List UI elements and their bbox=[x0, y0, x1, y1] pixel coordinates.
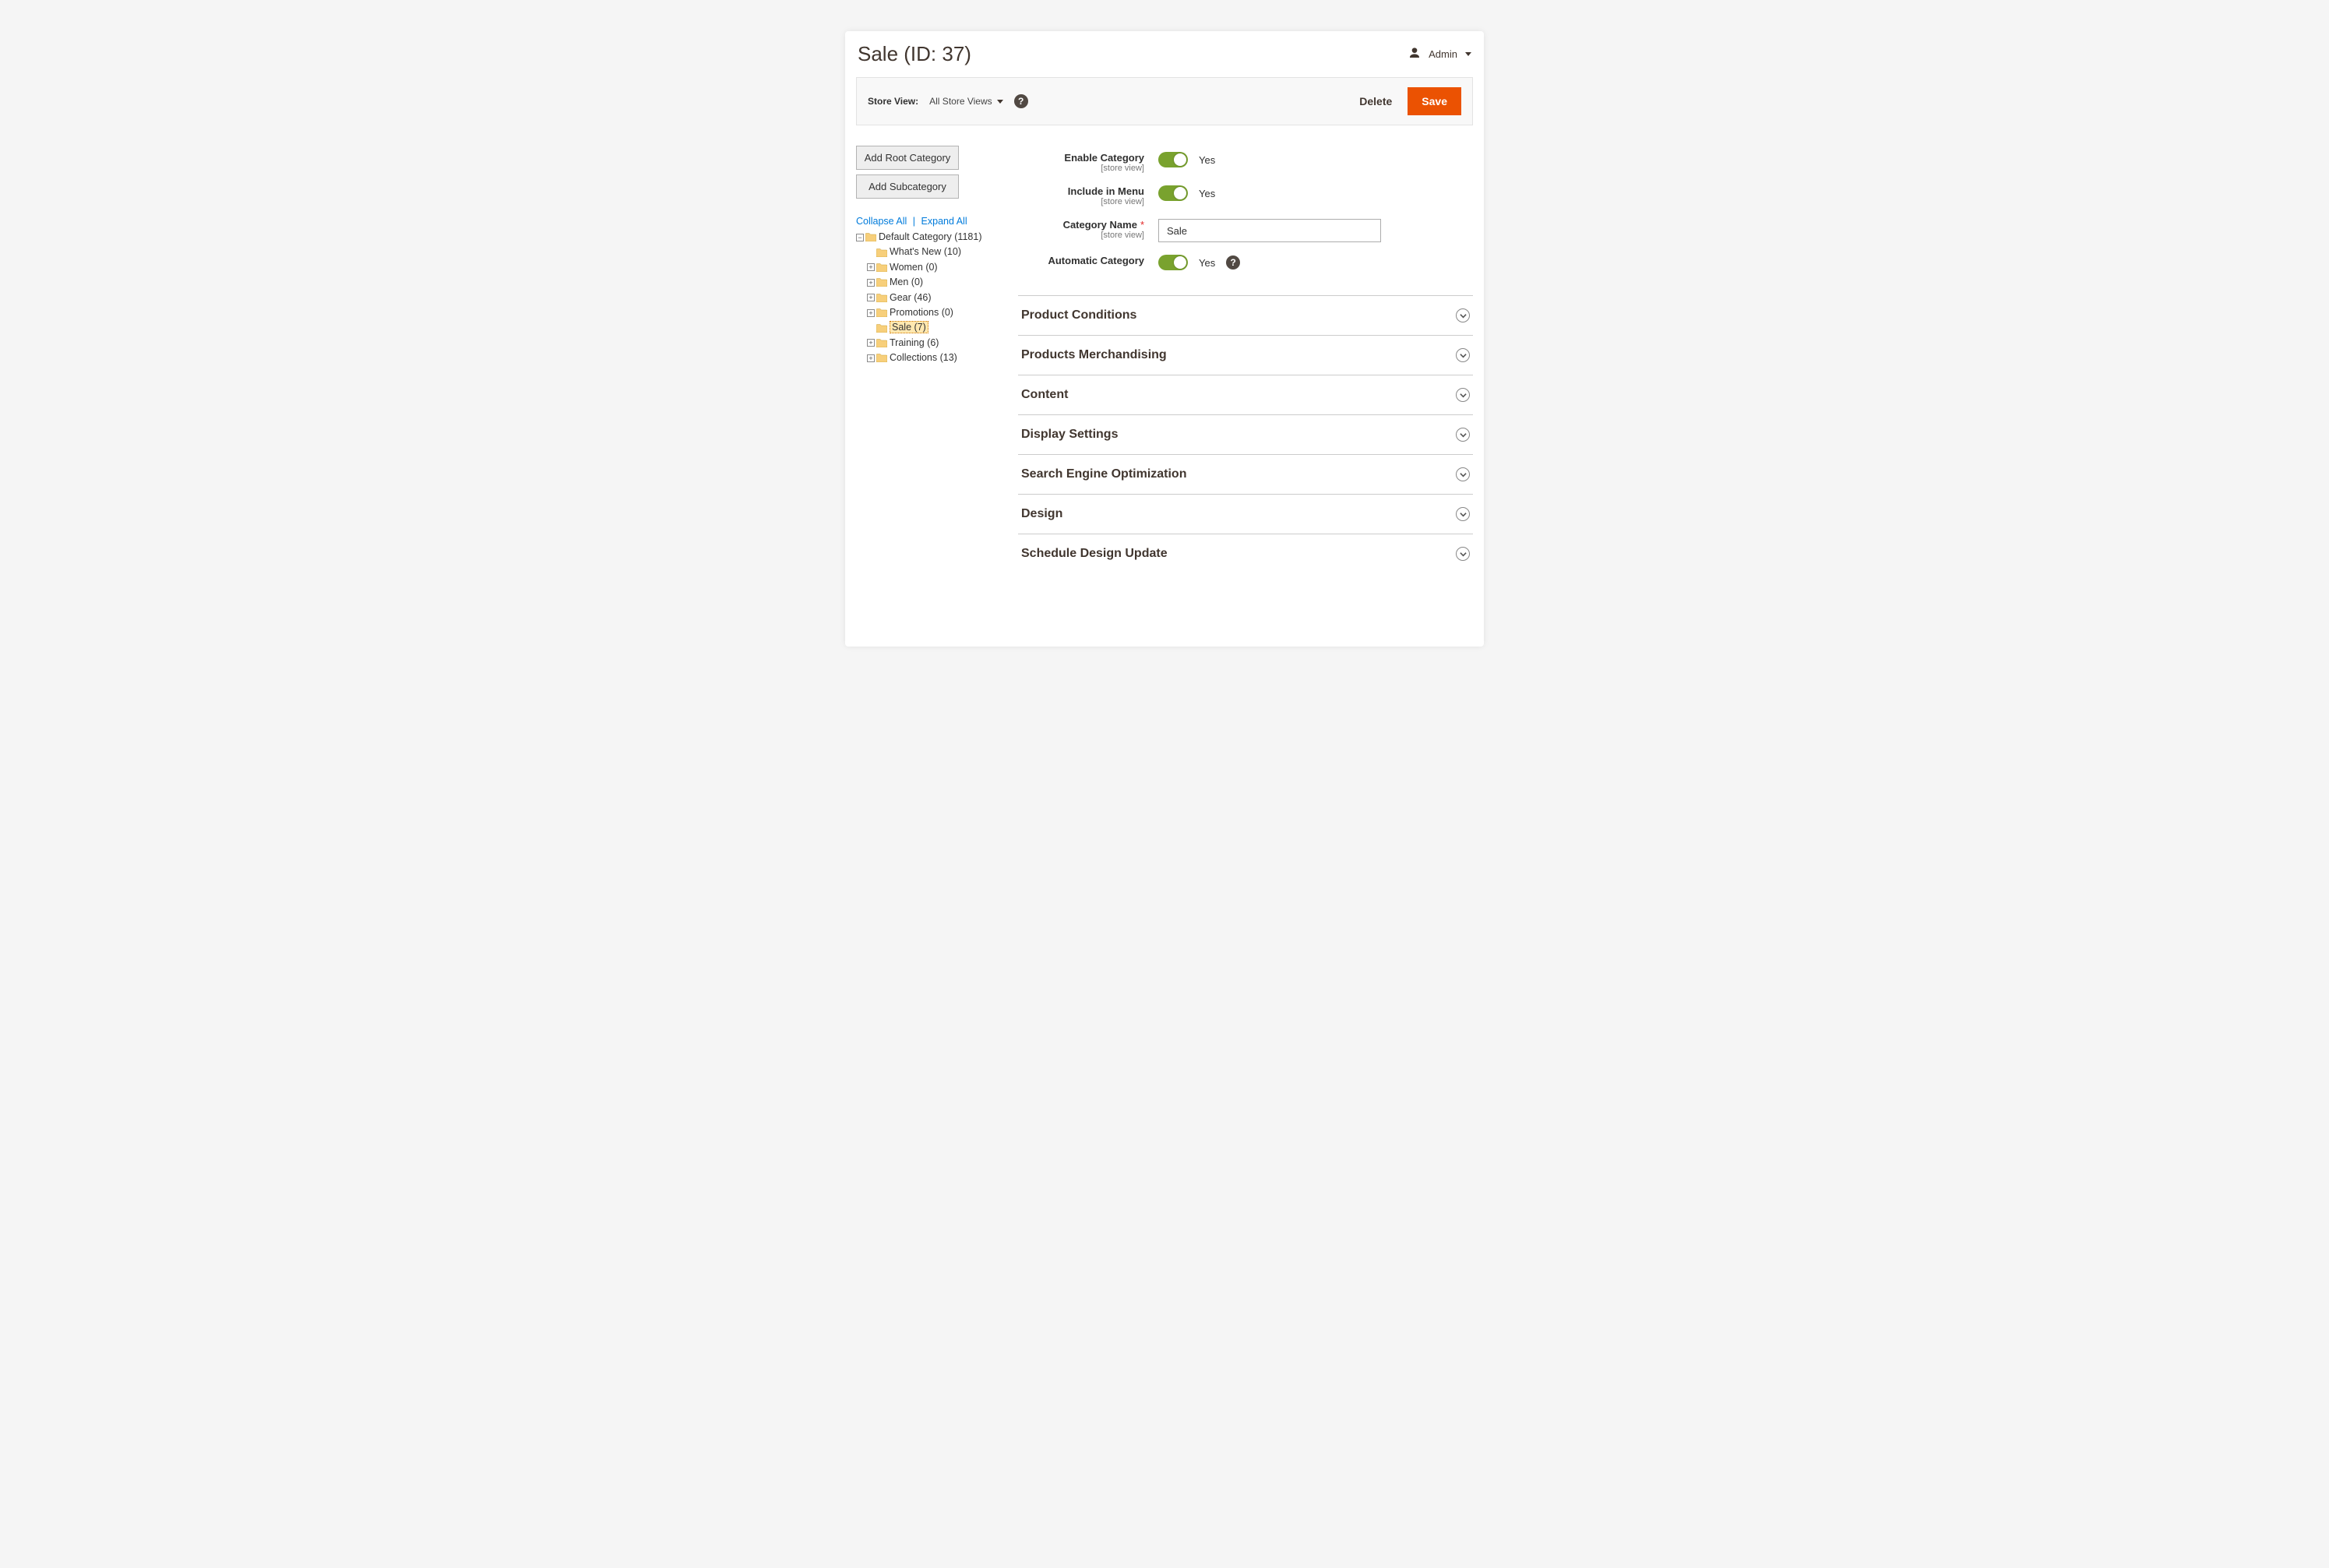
expand-icon[interactable] bbox=[867, 309, 875, 317]
caret-down-icon bbox=[1465, 52, 1471, 56]
help-icon[interactable]: ? bbox=[1014, 94, 1028, 108]
tree-node[interactable]: Men (0) bbox=[890, 277, 923, 287]
chevron-down-icon bbox=[1456, 547, 1470, 561]
expand-all-link[interactable]: Expand All bbox=[921, 216, 967, 227]
tree-node[interactable]: What's New (10) bbox=[890, 246, 961, 257]
delete-button[interactable]: Delete bbox=[1359, 95, 1392, 107]
tree-node[interactable]: Training (6) bbox=[890, 337, 939, 348]
page-header: Sale (ID: 37) Admin bbox=[845, 31, 1484, 74]
section-products-merchandising[interactable]: Products Merchandising bbox=[1018, 336, 1473, 375]
chevron-down-icon bbox=[1456, 507, 1470, 521]
enable-category-value: Yes bbox=[1199, 154, 1215, 166]
include-in-menu-toggle[interactable] bbox=[1158, 185, 1188, 201]
separator: | bbox=[910, 216, 918, 227]
category-tree: Default Category (1181) What's New (10) … bbox=[856, 230, 1002, 366]
expand-icon[interactable] bbox=[867, 339, 875, 347]
leaf-icon bbox=[867, 324, 875, 332]
category-name-row: Category Name* [store view] bbox=[1018, 213, 1473, 248]
collapse-all-link[interactable]: Collapse All bbox=[856, 216, 907, 227]
section-display-settings[interactable]: Display Settings bbox=[1018, 415, 1473, 455]
section-seo[interactable]: Search Engine Optimization bbox=[1018, 455, 1473, 495]
enable-category-toggle[interactable] bbox=[1158, 152, 1188, 167]
folder-icon bbox=[876, 339, 887, 347]
chevron-down-icon bbox=[1456, 388, 1470, 402]
section-content[interactable]: Content bbox=[1018, 375, 1473, 415]
expand-icon[interactable] bbox=[867, 279, 875, 287]
store-view-select[interactable]: All Store Views bbox=[929, 96, 1002, 107]
caret-down-icon bbox=[997, 100, 1003, 104]
include-in-menu-row: Include in Menu [store view] Yes bbox=[1018, 179, 1473, 213]
chevron-down-icon bbox=[1456, 428, 1470, 442]
sections: Product Conditions Products Merchandisin… bbox=[1018, 295, 1473, 573]
collapse-icon[interactable] bbox=[856, 234, 864, 241]
folder-icon bbox=[876, 324, 887, 333]
help-icon[interactable]: ? bbox=[1226, 255, 1240, 270]
store-view-value: All Store Views bbox=[929, 96, 992, 107]
admin-menu[interactable]: Admin bbox=[1408, 47, 1471, 62]
page-title: Sale (ID: 37) bbox=[858, 42, 971, 66]
automatic-category-row: Automatic Category Yes ? bbox=[1018, 248, 1473, 277]
tree-node[interactable]: Gear (46) bbox=[890, 292, 932, 303]
automatic-category-value: Yes bbox=[1199, 257, 1215, 269]
tree-node-selected[interactable]: Sale (7) bbox=[890, 321, 928, 333]
tree-controls: Collapse All | Expand All bbox=[856, 216, 1002, 227]
enable-category-label: Enable Category [store view] bbox=[1018, 152, 1158, 173]
folder-icon bbox=[876, 278, 887, 287]
tree-node[interactable]: Collections (13) bbox=[890, 352, 957, 363]
automatic-category-label: Automatic Category bbox=[1018, 255, 1158, 266]
chevron-down-icon bbox=[1456, 467, 1470, 481]
include-in-menu-label: Include in Menu [store view] bbox=[1018, 185, 1158, 206]
store-view: Store View: All Store Views ? bbox=[868, 94, 1028, 108]
folder-icon bbox=[876, 308, 887, 317]
section-product-conditions[interactable]: Product Conditions bbox=[1018, 295, 1473, 336]
required-star-icon: * bbox=[1140, 219, 1144, 231]
folder-icon bbox=[876, 294, 887, 302]
section-design[interactable]: Design bbox=[1018, 495, 1473, 534]
section-schedule-design-update[interactable]: Schedule Design Update bbox=[1018, 534, 1473, 573]
expand-icon[interactable] bbox=[867, 294, 875, 301]
folder-icon bbox=[865, 233, 876, 241]
store-view-label: Store View: bbox=[868, 96, 918, 107]
category-form: Enable Category [store view] Yes Include… bbox=[1010, 146, 1473, 573]
folder-icon bbox=[876, 263, 887, 272]
tree-node[interactable]: Women (0) bbox=[890, 262, 938, 273]
tree-node[interactable]: Default Category (1181) bbox=[879, 231, 981, 242]
action-buttons: Delete Save bbox=[1359, 87, 1461, 115]
add-subcategory-button[interactable]: Add Subcategory bbox=[856, 174, 959, 199]
include-in-menu-value: Yes bbox=[1199, 188, 1215, 199]
automatic-category-toggle[interactable] bbox=[1158, 255, 1188, 270]
tree-node[interactable]: Promotions (0) bbox=[890, 307, 953, 318]
expand-icon[interactable] bbox=[867, 263, 875, 271]
category-sidebar: Add Root Category Add Subcategory Collap… bbox=[856, 146, 1002, 573]
user-icon bbox=[1408, 47, 1421, 62]
chevron-down-icon bbox=[1456, 308, 1470, 322]
category-name-label: Category Name* [store view] bbox=[1018, 219, 1158, 240]
body: Add Root Category Add Subcategory Collap… bbox=[845, 125, 1484, 589]
leaf-icon bbox=[867, 248, 875, 256]
expand-icon[interactable] bbox=[867, 354, 875, 362]
save-button[interactable]: Save bbox=[1408, 87, 1461, 115]
category-name-input[interactable] bbox=[1158, 219, 1381, 242]
folder-icon bbox=[876, 248, 887, 257]
folder-icon bbox=[876, 354, 887, 362]
chevron-down-icon bbox=[1456, 348, 1470, 362]
admin-label: Admin bbox=[1429, 48, 1457, 60]
add-root-category-button[interactable]: Add Root Category bbox=[856, 146, 959, 170]
action-bar: Store View: All Store Views ? Delete Sav… bbox=[856, 77, 1473, 125]
enable-category-row: Enable Category [store view] Yes bbox=[1018, 146, 1473, 179]
category-edit-panel: Sale (ID: 37) Admin Store View: All Stor… bbox=[845, 31, 1484, 647]
